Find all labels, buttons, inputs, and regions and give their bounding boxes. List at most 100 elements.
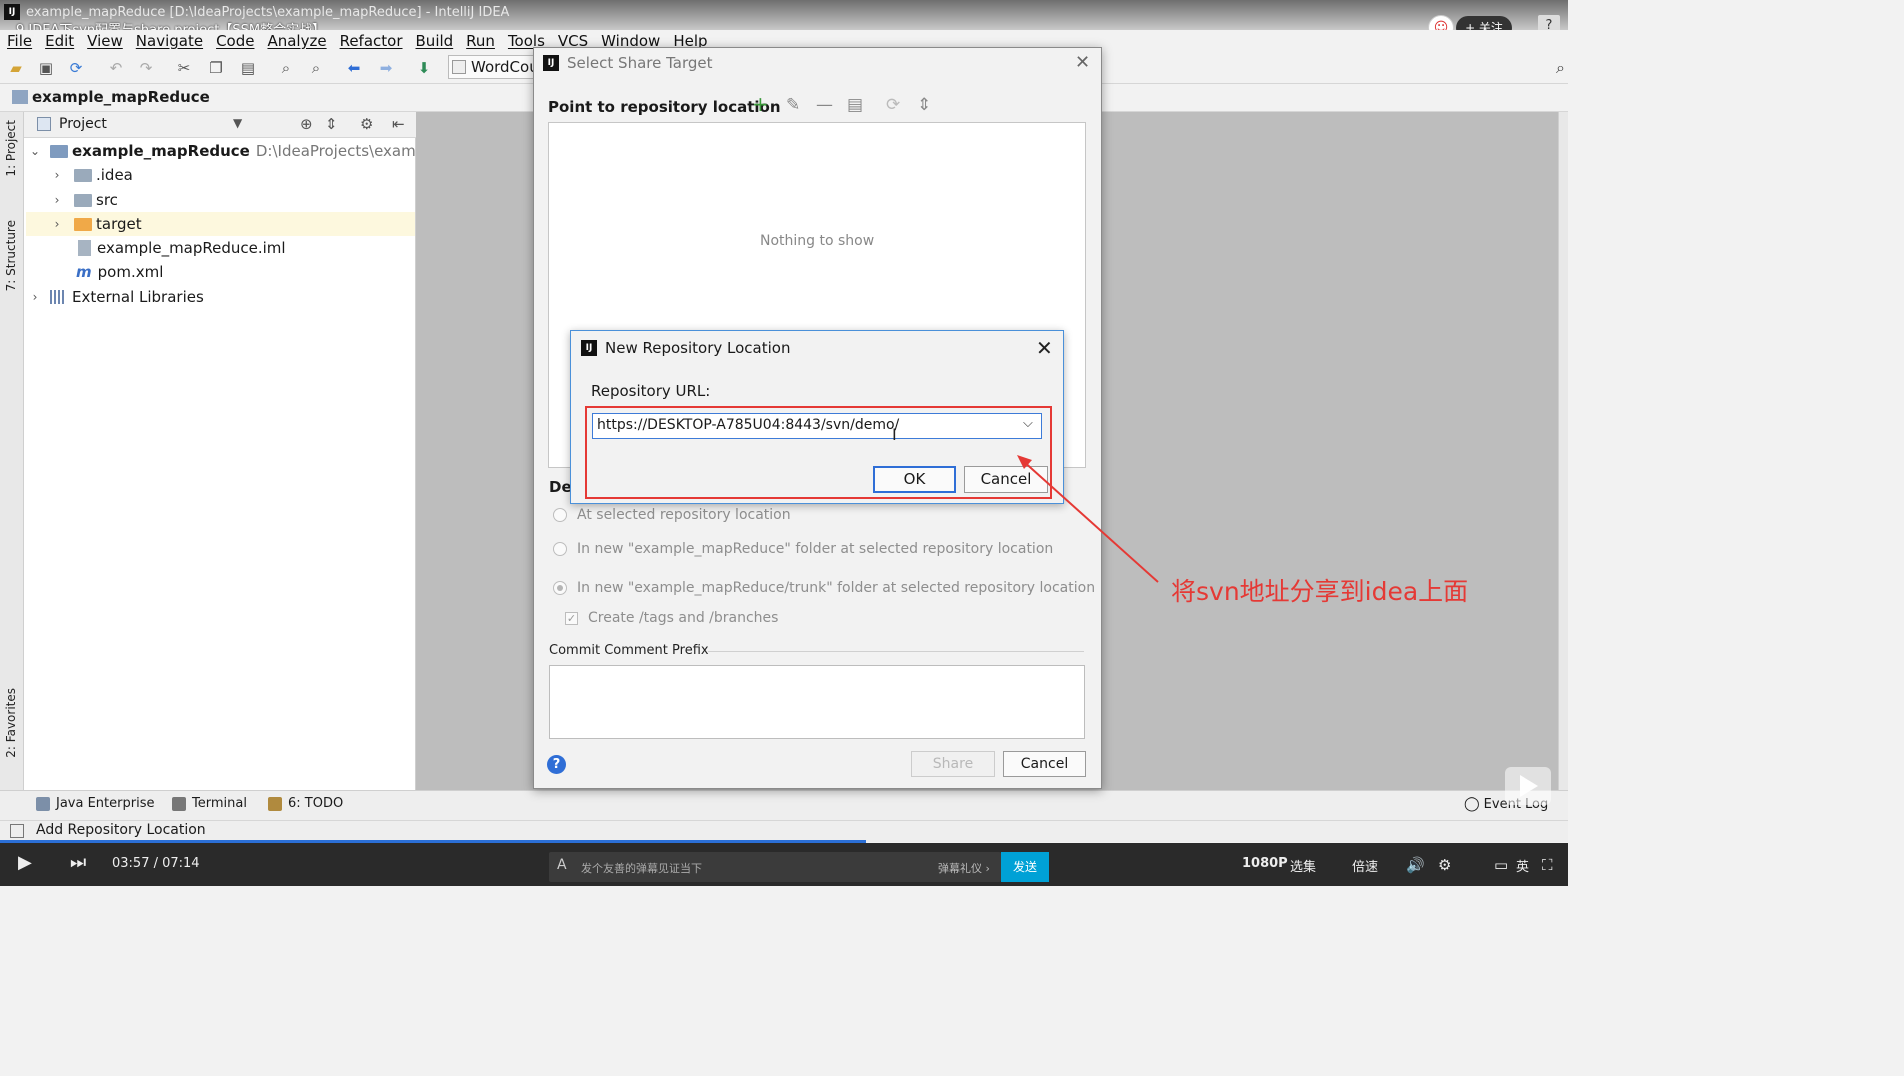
edit-icon[interactable]: ✎ (786, 95, 800, 115)
volume-icon[interactable]: 🔊 (1406, 856, 1425, 874)
build-icon[interactable]: ⬇ (414, 58, 434, 78)
language-indicator: 英 (1516, 860, 1530, 875)
chevron-right-icon[interactable]: › (50, 168, 64, 182)
cut-icon[interactable]: ✂ (174, 58, 194, 78)
collapse-icon[interactable]: ⇕ (917, 95, 931, 115)
locate-icon[interactable]: ⊕ (300, 115, 313, 133)
refresh-icon[interactable]: ⟳ (886, 95, 900, 115)
menu-run[interactable]: Run (466, 32, 495, 50)
project-panel-title[interactable]: Project (59, 116, 107, 132)
quality-button[interactable]: 1080P (1242, 856, 1288, 871)
collapse-all-icon[interactable]: ⇕ (325, 115, 338, 133)
chevron-down-icon[interactable]: ▼ (233, 116, 242, 130)
help-icon[interactable]: ? (547, 755, 566, 774)
annotation-highlight-box (585, 406, 1052, 499)
terminal-tab[interactable]: Terminal (172, 796, 247, 811)
sync-icon[interactable]: ⟳ (66, 58, 86, 78)
forward-icon[interactable]: ➡ (376, 58, 396, 78)
speed-button[interactable]: 倍速 (1352, 856, 1378, 875)
save-icon[interactable]: ▣ (36, 58, 56, 78)
copy-icon[interactable]: ❐ (206, 58, 226, 78)
excluded-folder-icon (74, 217, 92, 231)
episode-select-button[interactable]: 选集 (1290, 856, 1316, 875)
video-time: 03:57 / 07:14 (112, 856, 200, 871)
open-folder-icon[interactable]: ▰ (6, 58, 26, 78)
tree-row-idea[interactable]: › .idea (50, 163, 133, 187)
find-icon[interactable]: ⌕ (276, 58, 296, 78)
java-enterprise-tab[interactable]: Java Enterprise (36, 796, 154, 811)
folder-icon (12, 90, 28, 104)
previous-icon[interactable]: ▶ (18, 852, 32, 873)
tree-row-iml[interactable]: example_mapReduce.iml (78, 236, 286, 260)
folder-icon (74, 193, 92, 207)
maven-icon: m (76, 263, 92, 281)
destination-label: De (549, 478, 572, 496)
next-icon[interactable]: ⏭ (70, 852, 86, 873)
add-icon[interactable]: + (752, 92, 769, 116)
chevron-right-icon[interactable]: › (50, 217, 64, 231)
intellij-dialog-icon: IJ (581, 340, 597, 356)
menu-refactor[interactable]: Refactor (340, 32, 403, 50)
replace-icon[interactable]: ⌕ (306, 58, 326, 78)
widescreen-icon[interactable]: ▭ (1494, 856, 1508, 874)
close-icon[interactable]: ✕ (1036, 336, 1053, 360)
gear-icon[interactable]: ⚙ (360, 115, 373, 133)
radio-new-trunk-folder[interactable]: In new "example_mapReduce/trunk" folder … (553, 580, 1095, 596)
back-icon[interactable]: ⬅ (344, 58, 364, 78)
radio-at-selected-location[interactable]: At selected repository location (553, 507, 791, 523)
tree-row-project-root[interactable]: ⌄ example_mapReduce D:\IdeaProjects\exam… (28, 139, 470, 163)
repository-url-label: Repository URL: (591, 382, 711, 400)
tree-row-src[interactable]: › src (50, 188, 118, 212)
radio-button[interactable] (553, 508, 567, 522)
annotation-text: 将svn地址分享到idea上面 (1171, 577, 1469, 606)
check-icon[interactable]: ✓ (565, 611, 578, 625)
empty-state-text: Nothing to show (760, 233, 875, 249)
menu-analyze[interactable]: Analyze (267, 32, 326, 50)
menu-view[interactable]: View (87, 32, 123, 50)
undo-icon[interactable]: ↶ (106, 58, 126, 78)
chevron-down-icon[interactable]: ⌄ (28, 144, 42, 158)
menu-edit[interactable]: Edit (45, 32, 74, 50)
run-config-icon (452, 60, 466, 74)
todo-tab[interactable]: 6: TODO (268, 796, 343, 811)
menu-file[interactable]: File (7, 32, 32, 50)
menu-build[interactable]: Build (416, 32, 454, 50)
hide-panel-icon[interactable]: ⇤ (392, 115, 405, 133)
create-tags-checkbox[interactable]: ✓ Create /tags and /branches (565, 610, 778, 626)
share-button[interactable]: Share (911, 751, 995, 777)
radio-button-selected[interactable] (553, 581, 567, 595)
send-danmaku-button[interactable]: 发送 (1001, 852, 1049, 882)
redo-icon[interactable]: ↷ (136, 58, 156, 78)
play-icon[interactable] (1520, 775, 1538, 797)
java-enterprise-icon (36, 796, 50, 811)
tree-row-external-libraries[interactable]: › External Libraries (28, 285, 204, 309)
paste-icon[interactable]: ▤ (238, 58, 258, 78)
terminal-label: Terminal (192, 796, 247, 811)
repo-dialog-title: New Repository Location (605, 339, 791, 357)
commit-comment-input[interactable] (549, 665, 1085, 739)
tab-project[interactable]: 1: Project (4, 120, 18, 177)
radio-button[interactable] (553, 542, 567, 556)
tab-favorites[interactable]: 2: Favorites (4, 688, 18, 758)
close-icon[interactable]: ✕ (1075, 52, 1090, 73)
fullscreen-icon[interactable]: ⛶ (1542, 856, 1553, 874)
danmaku-style-icon[interactable]: A (557, 857, 567, 873)
tree-row-target[interactable]: › target (26, 212, 415, 236)
remove-icon[interactable]: — (816, 95, 833, 115)
repository-location-label: Point to repository location (548, 98, 781, 116)
search-icon[interactable]: ⌕ (1556, 58, 1565, 78)
chevron-right-icon[interactable]: › (28, 290, 42, 304)
danmaku-etiquette-link[interactable]: 弹幕礼仪 › (938, 860, 990, 876)
chevron-right-icon[interactable]: › (50, 193, 64, 207)
menu-navigate[interactable]: Navigate (136, 32, 203, 50)
tree-row-pom[interactable]: m pom.xml (76, 260, 163, 284)
browse-icon[interactable]: ▤ (847, 95, 863, 115)
settings-icon[interactable]: ⚙ (1438, 856, 1451, 874)
menu-code[interactable]: Code (216, 32, 254, 50)
cancel-button[interactable]: Cancel (1003, 751, 1086, 777)
tab-structure[interactable]: 7: Structure (4, 220, 18, 291)
status-toggle-icon[interactable] (10, 824, 24, 838)
breadcrumb-project[interactable]: example_mapReduce (32, 88, 210, 106)
radio-new-folder[interactable]: In new "example_mapReduce" folder at sel… (553, 541, 1053, 557)
share-dialog-title: Select Share Target (567, 54, 713, 72)
